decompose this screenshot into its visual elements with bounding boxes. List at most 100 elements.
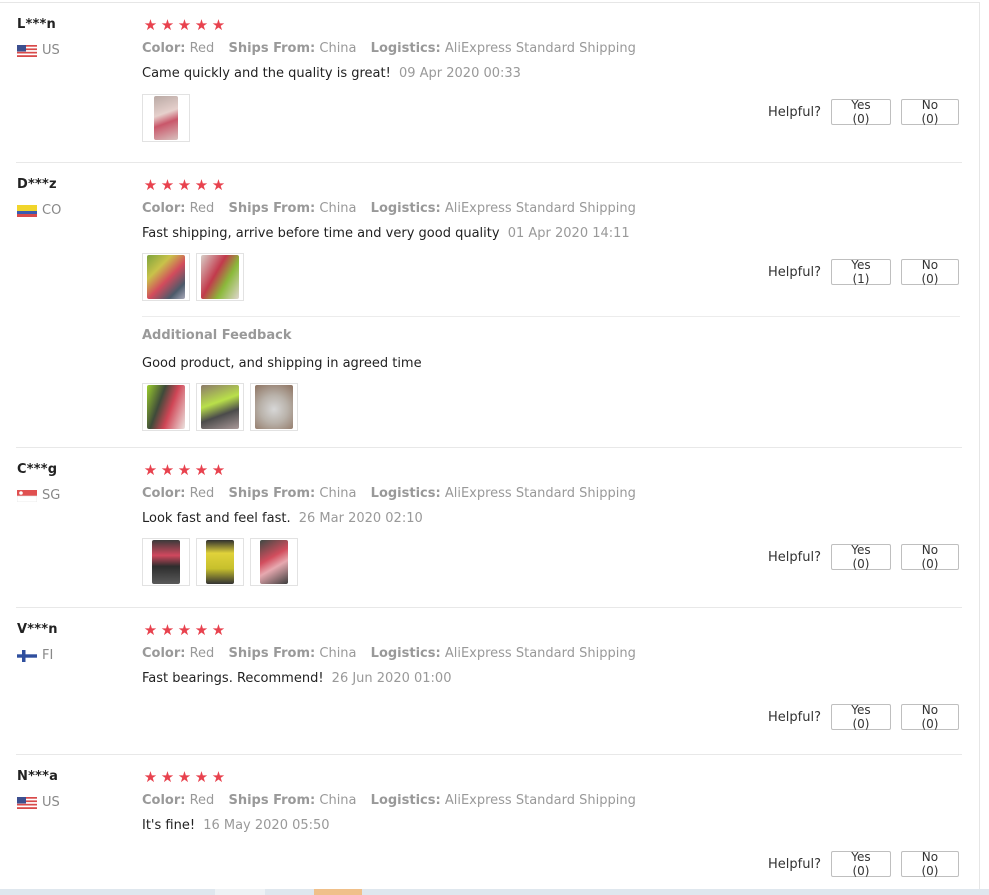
color-label: Color: — [142, 793, 186, 808]
logistics-value: AliExpress Standard Shipping — [444, 793, 636, 808]
country-code: CO — [42, 203, 62, 218]
helpful-yes-button[interactable]: Yes (0) — [830, 543, 891, 571]
helpful-yes-button[interactable]: Yes (1) — [830, 258, 891, 286]
ships-from-value: China — [319, 793, 357, 808]
star-icon: ★ — [160, 176, 175, 194]
logistics-label: Logistics: — [370, 793, 441, 808]
star-icon: ★ — [194, 621, 209, 639]
reviewer-country: CO — [17, 203, 61, 218]
color-label: Color: — [142, 41, 186, 56]
helpful-yes-button[interactable]: Yes (0) — [830, 98, 891, 126]
rating-stars: ★ ★ ★ ★ ★ — [143, 623, 226, 638]
star-icon: ★ — [177, 768, 192, 786]
reviewer-name: C***g — [17, 462, 58, 477]
star-icon: ★ — [211, 768, 226, 786]
review-date: 26 Mar 2020 02:10 — [298, 511, 423, 526]
ships-from-value: China — [319, 646, 357, 661]
top-border — [0, 2, 980, 3]
color-label: Color: — [142, 486, 186, 501]
logistics-value: AliExpress Standard Shipping — [444, 41, 636, 56]
star-icon: ★ — [211, 461, 226, 479]
star-icon: ★ — [143, 176, 158, 194]
bottom-strip-segment — [215, 889, 265, 895]
star-icon: ★ — [211, 16, 226, 34]
reviewer-name: L***n — [17, 17, 56, 32]
helpful-yes-button[interactable]: Yes (0) — [830, 850, 891, 878]
us-flag-icon — [17, 44, 37, 57]
logistics-value: AliExpress Standard Shipping — [444, 486, 636, 501]
helpful-section: Helpful? Yes (0) No (0) — [768, 98, 959, 126]
helpful-no-button[interactable]: No (0) — [900, 850, 959, 878]
star-icon: ★ — [160, 768, 175, 786]
country-code: US — [42, 43, 60, 58]
helpful-section: Helpful? Yes (1) No (0) — [768, 258, 959, 286]
star-icon: ★ — [194, 768, 209, 786]
review-divider — [16, 162, 962, 163]
rating-stars: ★ ★ ★ ★ ★ — [143, 770, 226, 785]
review-photo[interactable] — [250, 383, 298, 431]
order-info: Color: Red Ships From: China Logistics: … — [142, 201, 636, 216]
us-flag-icon — [17, 796, 37, 809]
review-divider — [16, 447, 962, 448]
star-icon: ★ — [160, 621, 175, 639]
star-icon: ★ — [143, 768, 158, 786]
helpful-label: Helpful? — [768, 264, 821, 280]
star-icon: ★ — [143, 461, 158, 479]
color-value: Red — [189, 486, 215, 501]
ships-from-value: China — [319, 486, 357, 501]
review-photo[interactable] — [142, 253, 190, 301]
co-flag-icon — [17, 204, 37, 217]
review-text: Fast shipping, arrive before time and ve… — [142, 226, 500, 241]
star-icon: ★ — [177, 16, 192, 34]
star-icon: ★ — [211, 621, 226, 639]
review-date: 09 Apr 2020 00:33 — [398, 66, 521, 81]
helpful-label: Helpful? — [768, 549, 821, 565]
review-photo[interactable] — [142, 94, 190, 142]
ships-from-label: Ships From: — [228, 486, 316, 501]
helpful-no-button[interactable]: No (0) — [900, 98, 959, 126]
review-text: Fast bearings. Recommend! — [142, 671, 324, 686]
rating-stars: ★ ★ ★ ★ ★ — [143, 178, 226, 193]
helpful-yes-button[interactable]: Yes (0) — [830, 703, 891, 731]
helpful-no-button[interactable]: No (0) — [900, 703, 959, 731]
star-icon: ★ — [177, 176, 192, 194]
country-code: FI — [42, 648, 54, 663]
review-date: 01 Apr 2020 14:11 — [507, 226, 630, 241]
review-date: 26 Jun 2020 01:00 — [331, 671, 452, 686]
ships-from-value: China — [319, 201, 357, 216]
review-photo[interactable] — [196, 253, 244, 301]
review-photos — [142, 94, 190, 142]
review-photo[interactable] — [250, 538, 298, 586]
star-icon: ★ — [211, 176, 226, 194]
additional-feedback-text: Good product, and shipping in agreed tim… — [142, 356, 422, 371]
logistics-label: Logistics: — [370, 486, 441, 501]
rating-stars: ★ ★ ★ ★ ★ — [143, 463, 226, 478]
review-photo[interactable] — [142, 383, 190, 431]
sg-flag-icon — [17, 489, 37, 502]
helpful-section: Helpful? Yes (0) No (0) — [768, 703, 959, 731]
reviewer-country: US — [17, 43, 60, 58]
ships-from-label: Ships From: — [228, 793, 316, 808]
logistics-value: AliExpress Standard Shipping — [444, 201, 636, 216]
review-text: Came quickly and the quality is great! — [142, 66, 391, 81]
logistics-label: Logistics: — [370, 41, 441, 56]
review-body: Fast shipping, arrive before time and ve… — [142, 226, 630, 241]
helpful-no-button[interactable]: No (0) — [900, 258, 959, 286]
helpful-no-button[interactable]: No (0) — [900, 543, 959, 571]
review-photo[interactable] — [142, 538, 190, 586]
star-icon: ★ — [194, 461, 209, 479]
review-text: Look fast and feel fast. — [142, 511, 291, 526]
review-divider — [16, 607, 962, 608]
color-value: Red — [189, 41, 215, 56]
color-label: Color: — [142, 646, 186, 661]
star-icon: ★ — [143, 621, 158, 639]
star-icon: ★ — [143, 16, 158, 34]
review-photo[interactable] — [196, 383, 244, 431]
review-body: It's fine! 16 May 2020 05:50 — [142, 818, 330, 833]
helpful-label: Helpful? — [768, 856, 821, 872]
review-photo[interactable] — [196, 538, 244, 586]
ships-from-label: Ships From: — [228, 201, 316, 216]
bottom-strip-segment — [314, 889, 362, 895]
additional-feedback-divider — [142, 316, 960, 317]
color-label: Color: — [142, 201, 186, 216]
